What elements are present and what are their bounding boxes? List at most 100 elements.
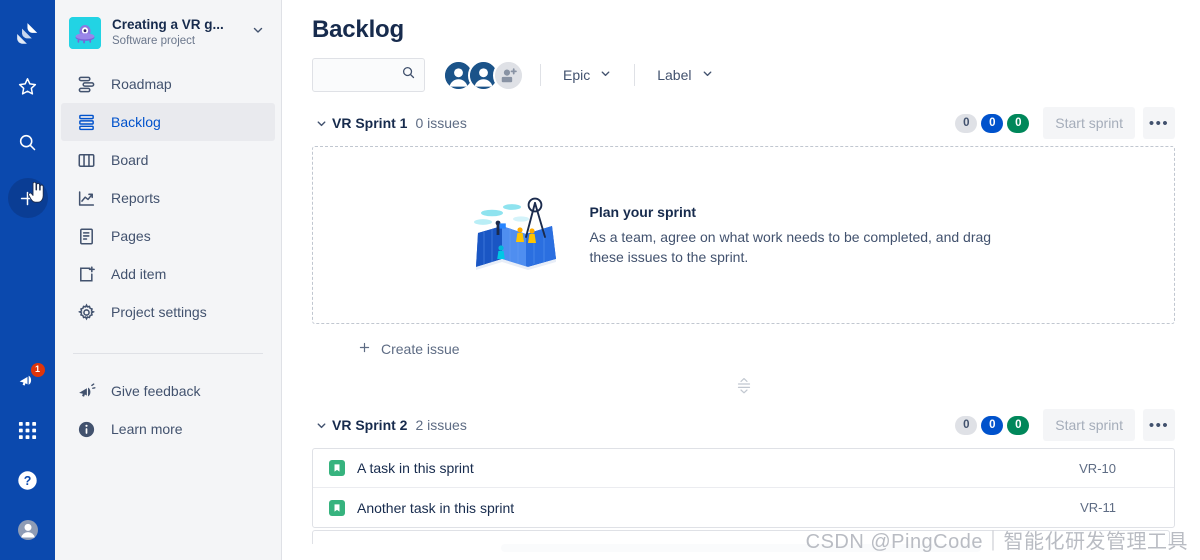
add-people-icon[interactable] [493, 59, 524, 91]
empty-state-heading: Plan your sprint [589, 203, 697, 220]
sprint-header: VR Sprint 1 0 issues 0 0 0 Start sprint … [312, 106, 1175, 140]
label-filter-dropdown[interactable]: Label [651, 62, 719, 88]
sidebar-item-label: Add item [111, 266, 167, 282]
sprint-actions: 0 0 0 Start sprint ••• [951, 409, 1175, 441]
sprint-name[interactable]: VR Sprint 1 [332, 115, 407, 131]
search-input[interactable] [323, 67, 401, 83]
start-sprint-button[interactable]: Start sprint [1043, 107, 1135, 139]
map-compass-illustration [468, 193, 568, 278]
backlog-icon [75, 111, 97, 133]
megaphone-icon [75, 380, 97, 402]
toolbar-divider [634, 64, 636, 86]
page-title: Backlog [312, 16, 404, 43]
global-nav-rail: 1 ? [0, 0, 55, 560]
sidebar-item-label: Learn more [111, 421, 183, 437]
sprint-name[interactable]: VR Sprint 2 [332, 417, 407, 433]
issue-summary: Another task in this sprint [357, 499, 515, 516]
sidebar-item-label: Roadmap [111, 76, 172, 92]
sidebar-item-roadmap[interactable]: Roadmap [61, 65, 275, 103]
sidebar-item-board[interactable]: Board [61, 141, 275, 179]
sidebar-item-reports[interactable]: Reports [61, 179, 275, 217]
create-button[interactable] [7, 178, 48, 218]
sprint-more-menu-button[interactable]: ••• [1143, 409, 1175, 441]
status-badge-done[interactable]: 0 [1007, 113, 1030, 133]
project-type: Software project [112, 35, 196, 47]
start-sprint-button[interactable]: Start sprint [1043, 409, 1135, 441]
project-header[interactable]: Creating a VR g... Software project [55, 0, 281, 59]
status-badge-done[interactable]: 0 [1007, 415, 1030, 435]
sprint-issue-count: 2 issues [415, 417, 467, 433]
status-badge-todo[interactable]: 0 [955, 415, 978, 435]
sprint-empty-dropzone[interactable]: Plan your sprint As a team, agree on wha… [312, 146, 1175, 324]
chevron-down-icon [599, 67, 612, 83]
sidebar-item-backlog[interactable]: Backlog [61, 103, 275, 141]
add-item-icon [75, 263, 97, 285]
sidebar-item-label: Backlog [111, 114, 161, 130]
notifications-button[interactable]: 1 [8, 360, 48, 400]
sidebar-item-label: Pages [111, 228, 151, 244]
status-badge-todo[interactable]: 0 [955, 113, 978, 133]
status-badge-inprogress[interactable]: 0 [981, 113, 1004, 133]
project-meta: Creating a VR g... Software project [112, 16, 247, 49]
sprint-resize-handle[interactable] [737, 374, 751, 398]
sidebar-item-project-settings[interactable]: Project settings [61, 293, 275, 331]
account-avatar[interactable] [8, 510, 48, 550]
project-sidebar: Creating a VR g... Software project Road… [55, 0, 282, 560]
sidebar-item-learn-more[interactable]: Learn more [61, 410, 275, 448]
svg-text:?: ? [24, 473, 32, 487]
board-icon [75, 149, 97, 171]
sidebar-item-label: Board [111, 152, 149, 168]
notification-badge: 1 [30, 363, 45, 377]
sidebar-item-give-feedback[interactable]: Give feedback [61, 372, 275, 410]
gear-icon [75, 301, 97, 323]
empty-state-body: As a team, agree on what work needs to b… [589, 228, 992, 265]
sprint-issue-count: 0 issues [415, 115, 467, 131]
task-icon [329, 460, 345, 476]
backlog-toolbar: Epic Label [282, 44, 1200, 92]
chevron-down-icon[interactable] [312, 419, 330, 432]
sprint-section-2: VR Sprint 2 2 issues 0 0 0 Start sprint … [282, 408, 1200, 528]
reports-icon [75, 187, 97, 209]
sprint-resize-row [312, 374, 1175, 398]
search-button[interactable] [8, 122, 48, 162]
chevron-down-icon [701, 67, 714, 83]
issue-summary: A task in this sprint [357, 460, 474, 476]
sidebar-item-label: Give feedback [111, 383, 201, 399]
plus-icon [358, 341, 371, 357]
task-icon [329, 499, 345, 516]
issue-list: A task in this sprint VR-10 Another task… [312, 448, 1175, 528]
label-filter-label: Label [657, 67, 692, 83]
pages-icon [75, 225, 97, 247]
search-icon [401, 65, 416, 85]
table-row[interactable]: A task in this sprint VR-10 [313, 449, 1174, 488]
roadmap-icon [75, 73, 97, 95]
app-switcher-button[interactable] [8, 410, 48, 450]
create-issue-label: Create issue [381, 341, 460, 357]
table-row[interactable]: Another task in this sprint VR-11 [313, 488, 1174, 527]
info-circle-icon [75, 418, 97, 440]
help-circle-icon[interactable]: ? [8, 460, 48, 500]
empty-state: Plan your sprint As a team, agree on wha… [468, 193, 1020, 278]
epic-filter-dropdown[interactable]: Epic [557, 62, 618, 88]
project-name: Creating a VR g... [112, 17, 224, 32]
issue-key: VR-10 [1079, 460, 1116, 476]
jira-backlog-app: 1 ? Creating a VR g... Software project … [0, 0, 1200, 560]
status-badge-inprogress[interactable]: 0 [981, 415, 1004, 435]
starred-button[interactable] [8, 66, 48, 106]
sidebar-item-label: Project settings [111, 304, 207, 320]
search-input-wrapper[interactable] [312, 58, 425, 92]
backlog-main: Backlog Epic Label VR Sprint 1 0 issues … [282, 0, 1200, 560]
sidebar-item-add-item[interactable]: Add item [61, 255, 275, 293]
rail-bottom-group: 1 ? [0, 360, 55, 550]
chevron-down-icon[interactable] [247, 19, 269, 46]
sidebar-item-pages[interactable]: Pages [61, 217, 275, 255]
empty-state-text: Plan your sprint As a team, agree on wha… [590, 204, 1020, 267]
create-issue-button[interactable]: Create issue [312, 330, 1175, 368]
jira-logo-icon[interactable] [12, 18, 44, 50]
sidebar-item-label: Reports [111, 190, 161, 206]
assignee-avatar-group [443, 59, 524, 91]
cut-off-row [282, 530, 1200, 552]
chevron-down-icon[interactable] [312, 117, 330, 130]
project-nav: Roadmap Backlog Board Reports Pages Add … [55, 65, 281, 448]
sprint-more-menu-button[interactable]: ••• [1143, 107, 1175, 139]
